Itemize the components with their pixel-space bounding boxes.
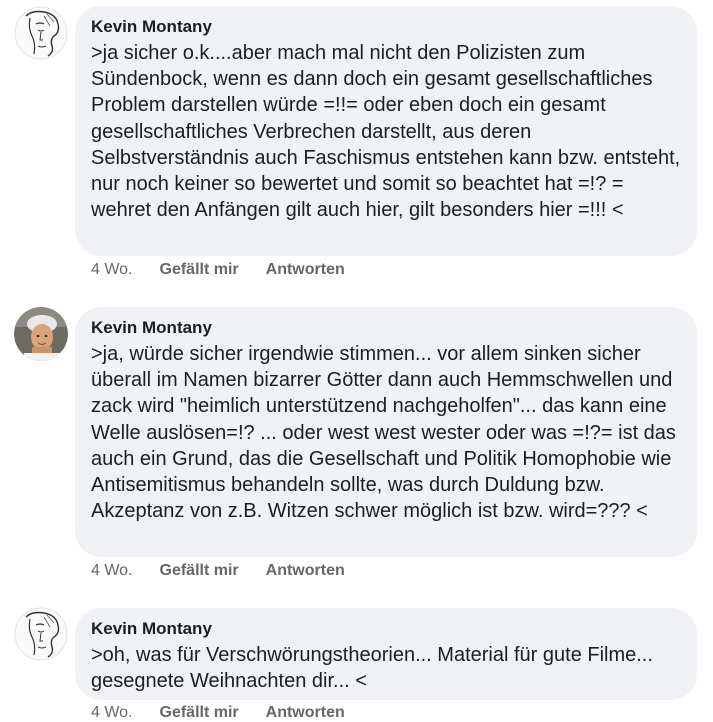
like-button[interactable]: Gefällt mir [160,261,239,279]
avatar[interactable] [14,6,68,60]
comment-time[interactable]: 4 Wo. [91,704,133,722]
reply-button[interactable]: Antworten [266,704,345,722]
comment-text: >ja, würde sicher irgendwie stimmen... v… [91,343,676,523]
comment-text: >oh, was für Verschwörungstheorien... Ma… [91,644,653,693]
comment-meta: 4 Wo. Gefällt mir Antworten [91,261,345,279]
like-button[interactable]: Gefällt mir [160,704,239,722]
comment-text: >ja sicher o.k....aber mach mal nicht de… [91,42,681,222]
comment-bubble: Kevin Montany >ja sicher o.k....aber mac… [75,6,697,256]
avatar[interactable] [14,307,68,361]
photo-person-icon [14,307,68,361]
comment-bubble: Kevin Montany >oh, was für Verschwörungs… [75,608,697,700]
comment-time[interactable]: 4 Wo. [91,562,133,580]
comment-meta: 4 Wo. Gefällt mir Antworten [91,562,345,580]
comment-author[interactable]: Kevin Montany [91,16,681,38]
reply-button[interactable]: Antworten [266,261,345,279]
sketch-face-icon [14,6,68,60]
sketch-face-icon [14,607,68,661]
like-button[interactable]: Gefällt mir [160,562,239,580]
comment-author[interactable]: Kevin Montany [91,618,681,640]
comment-bubble: Kevin Montany >ja, würde sicher irgendwi… [75,307,697,557]
comment-meta: 4 Wo. Gefällt mir Antworten [91,704,345,722]
comment-author[interactable]: Kevin Montany [91,317,681,339]
avatar[interactable] [14,607,68,661]
comment-time[interactable]: 4 Wo. [91,261,133,279]
reply-button[interactable]: Antworten [266,562,345,580]
